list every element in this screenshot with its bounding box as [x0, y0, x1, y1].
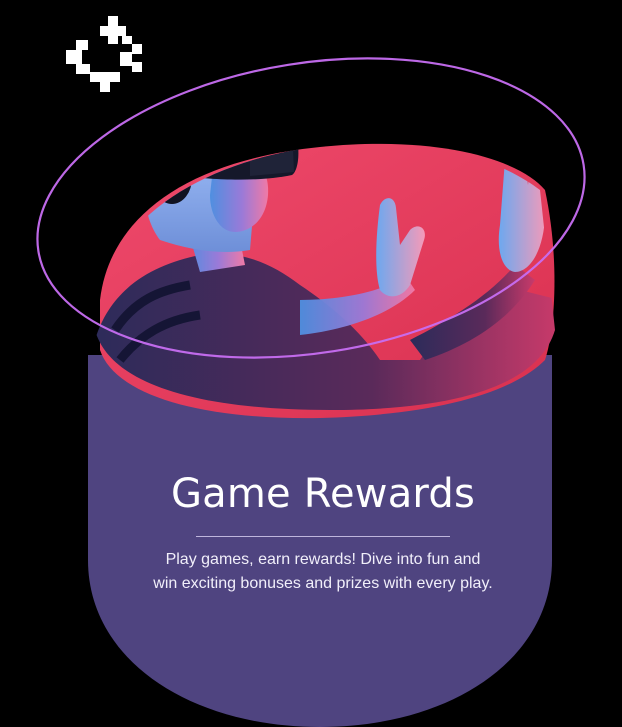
card-description: Play games, earn rewards! Dive into fun … [153, 551, 493, 592]
game-rewards-card: Game Rewards Play games, earn rewards! D… [0, 0, 622, 727]
card-content: Game Rewards Play games, earn rewards! D… [95, 462, 551, 596]
card-title: Game Rewards [170, 471, 475, 517]
pixel-cross-arrow-icon [66, 16, 142, 92]
title-divider [196, 536, 450, 537]
hero-illustration [36, 16, 586, 727]
